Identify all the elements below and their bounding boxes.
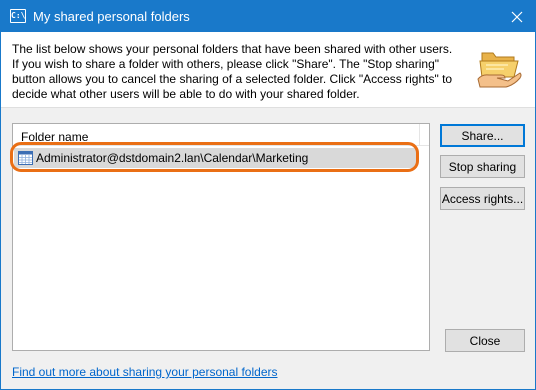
shared-folders-dialog: C:\ My shared personal folders The list …	[0, 0, 536, 390]
app-icon: C:\	[10, 9, 26, 23]
shared-folder-icon	[477, 52, 522, 88]
list-item[interactable]: Administrator@dstdomain2.lan\Calendar\Ma…	[14, 148, 417, 168]
column-header-label: Folder name	[21, 130, 89, 144]
close-window-button[interactable]	[499, 1, 535, 32]
stop-sharing-button[interactable]: Stop sharing	[440, 155, 525, 178]
window-title: My shared personal folders	[33, 9, 190, 24]
close-icon	[511, 11, 523, 22]
column-separator[interactable]	[419, 124, 420, 146]
calendar-icon	[18, 151, 33, 165]
header-area: The list below shows your personal folde…	[1, 32, 535, 108]
share-button[interactable]: Share...	[440, 124, 525, 147]
folder-path: Administrator@dstdomain2.lan\Calendar\Ma…	[36, 151, 309, 165]
title-bar[interactable]: C:\ My shared personal folders	[1, 1, 535, 32]
close-button[interactable]: Close	[445, 329, 525, 352]
access-rights-button[interactable]: Access rights...	[440, 187, 525, 210]
shared-folders-list[interactable]: Folder name Administrator@dstdomain2.lan…	[12, 123, 430, 351]
column-header-folder-name[interactable]: Folder name	[13, 124, 429, 146]
description-text: The list below shows your personal folde…	[12, 42, 453, 101]
help-link[interactable]: Find out more about sharing your persona…	[12, 365, 277, 379]
